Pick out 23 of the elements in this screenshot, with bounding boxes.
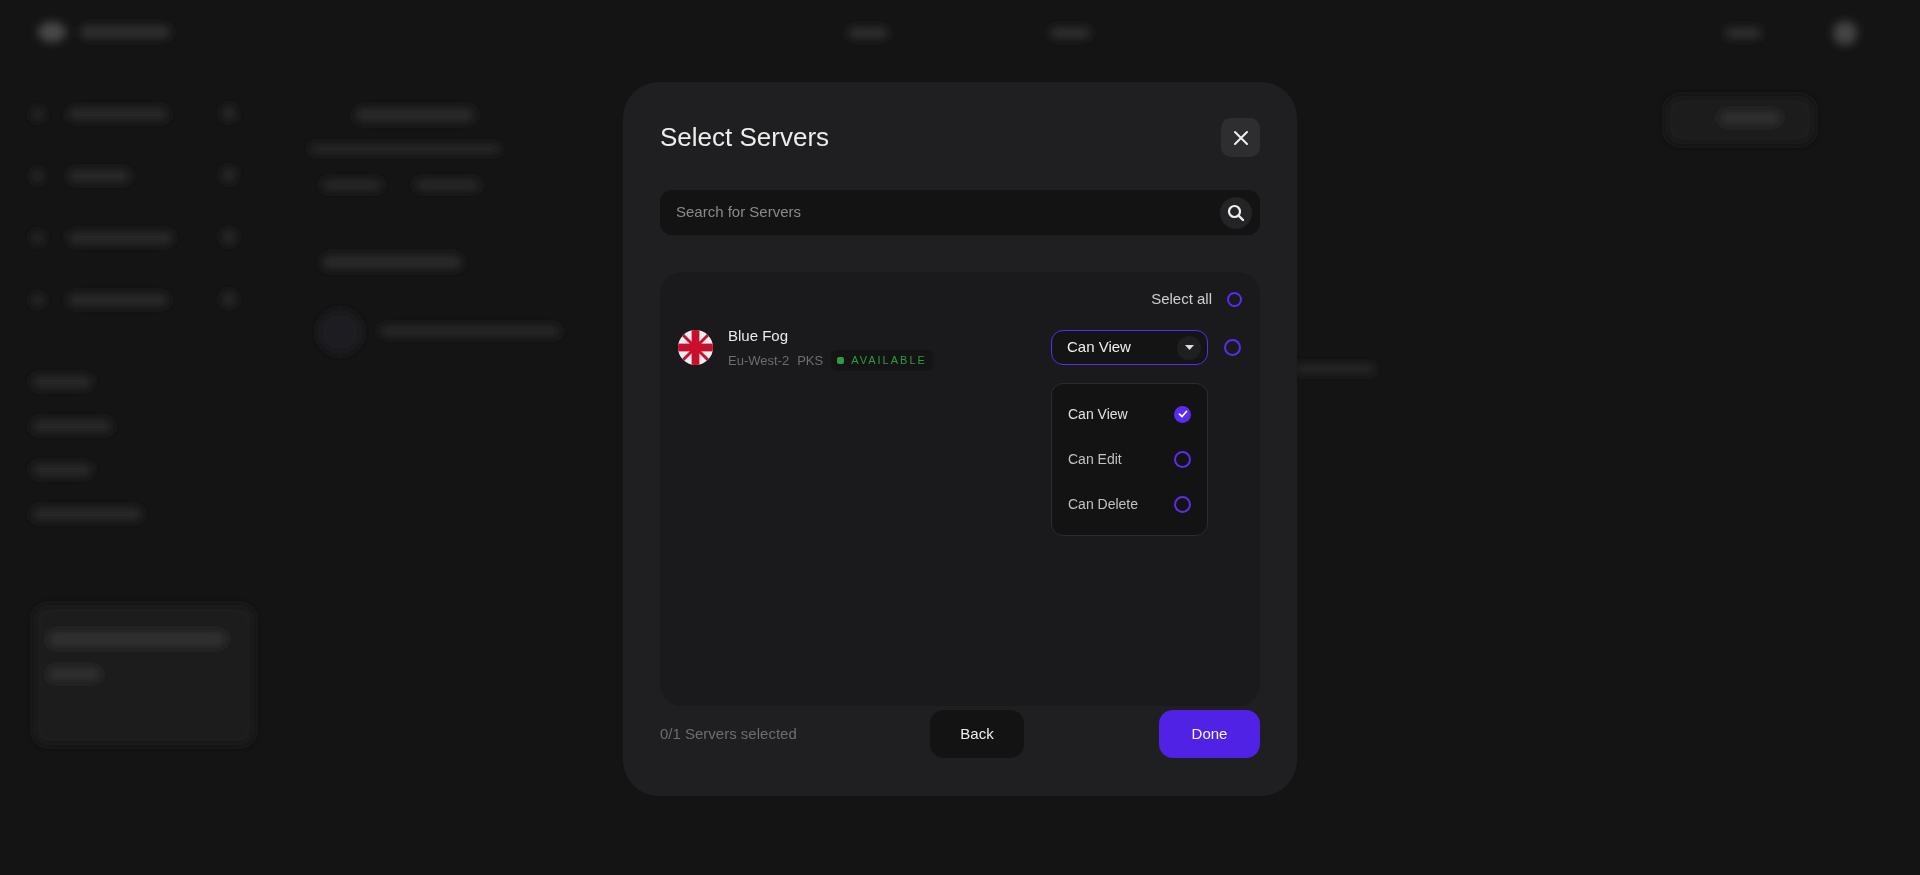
uk-flag-icon [678, 330, 713, 365]
permission-dropdown[interactable]: Can View [1051, 330, 1208, 365]
back-button[interactable]: Back [930, 710, 1024, 758]
dialog-title: Select Servers [660, 121, 830, 154]
search-icon[interactable] [1227, 203, 1245, 222]
server-select-radio[interactable] [1223, 339, 1241, 356]
checkmark-icon [1177, 409, 1188, 419]
done-button[interactable]: Done [1159, 710, 1260, 758]
permission-option[interactable]: Can Edit [1052, 436, 1207, 482]
server-name: Blue Fog [728, 325, 790, 346]
selection-count: 0/1 Servers selected [660, 723, 798, 744]
permission-option[interactable]: Can Delete [1052, 481, 1207, 527]
select-all-radio[interactable] [1227, 291, 1242, 307]
search-bar[interactable]: Search for Servers [660, 190, 1260, 235]
status-badge: AVAILABLE [831, 350, 933, 371]
select-all-label: Select all [1151, 289, 1212, 309]
close-icon [1232, 129, 1249, 146]
server-type: PKS [797, 351, 824, 370]
caret-icon [1184, 345, 1194, 350]
server-region: Eu-West-2 [728, 351, 790, 370]
search-field[interactable]: Search for Servers [676, 201, 1220, 224]
permission-option[interactable]: Can View [1052, 391, 1207, 437]
close-button[interactable] [1221, 118, 1260, 157]
